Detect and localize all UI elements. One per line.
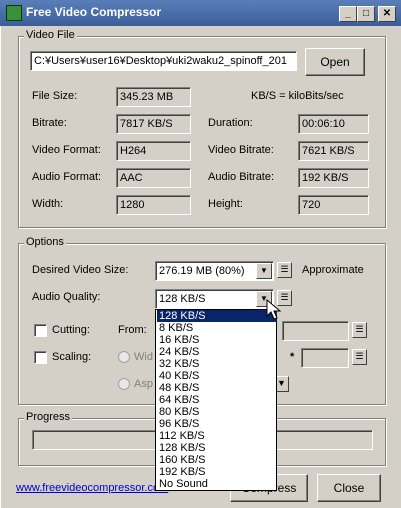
website-link[interactable]: www.freevideocompressor.com (16, 482, 168, 494)
options-group-title: Options (24, 236, 66, 248)
file-path-field[interactable]: C:¥Users¥user16¥Desktop¥uki2waku2_spinof… (30, 51, 297, 71)
bitrate-value: 7817 KB/S (116, 114, 191, 134)
dropdown-option[interactable]: 160 KB/S (157, 454, 277, 466)
cutting-to-field (282, 321, 349, 341)
width-radio-label: Wid (134, 351, 153, 363)
scaling-height-field (301, 348, 349, 368)
video-format-value: H264 (116, 141, 191, 161)
dropdown-option[interactable]: 192 KB/S (157, 466, 277, 478)
audio-quality-dropdown-list: 128 KB/S 8 KB/S 16 KB/S 24 KB/S 32 KB/S … (155, 309, 277, 491)
aspect-radio-label: Asp (134, 378, 153, 390)
dropdown-option[interactable]: 128 KB/S (157, 442, 277, 454)
app-icon (6, 5, 22, 21)
open-button[interactable]: Open (305, 48, 365, 76)
kbs-note: KB/S = kiloBits/sec (251, 90, 344, 102)
dropdown-option[interactable]: 128 KB/S (157, 310, 277, 322)
dropdown-option[interactable]: 40 KB/S (157, 370, 277, 382)
audio-bitrate-label: Audio Bitrate: (208, 171, 275, 183)
audio-bitrate-value: 192 KB/S (298, 168, 369, 188)
duration-label: Duration: (208, 117, 253, 129)
scaling-height-button[interactable]: ☰ (352, 349, 367, 365)
dropdown-option[interactable]: 24 KB/S (157, 346, 277, 358)
video-format-label: Video Format: (32, 144, 101, 156)
dropdown-option[interactable]: No Sound (157, 478, 277, 490)
width-value: 1280 (116, 195, 191, 215)
audio-format-label: Audio Format: (32, 171, 102, 183)
width-radio[interactable] (118, 351, 130, 363)
height-value: 720 (298, 195, 369, 215)
dropdown-option[interactable]: 80 KB/S (157, 406, 277, 418)
dropdown-option[interactable]: 48 KB/S (157, 382, 277, 394)
file-size-label: File Size: (32, 90, 78, 102)
cutting-label: Cutting: (52, 324, 90, 336)
progress-group-title: Progress (24, 411, 73, 423)
chevron-down-icon[interactable]: ▼ (256, 263, 272, 279)
aspect-radio[interactable] (118, 378, 130, 390)
audio-quality-label: Audio Quality: (32, 291, 101, 303)
audio-quality-value: 128 KB/S (159, 293, 206, 305)
dropdown-option[interactable]: 8 KB/S (157, 322, 277, 334)
scaling-checkbox[interactable] (34, 351, 47, 364)
video-file-group-title: Video File (24, 29, 77, 41)
close-window-button[interactable]: ✕ (378, 6, 396, 22)
desired-size-value: 276.19 MB (80%) (159, 265, 245, 277)
audio-quality-select[interactable]: 128 KB/S ▼ (155, 289, 274, 309)
audio-format-value: AAC (116, 168, 191, 188)
video-bitrate-value: 7621 KB/S (298, 141, 369, 161)
maximize-button[interactable]: □ (357, 6, 375, 22)
video-bitrate-label: Video Bitrate: (208, 144, 274, 156)
width-label: Width: (32, 198, 64, 210)
close-button[interactable]: Close (317, 474, 381, 502)
approximate-label: Approximate (302, 264, 364, 276)
desired-size-more-button[interactable]: ☰ (277, 262, 292, 278)
minimize-button[interactable]: _ (339, 6, 357, 22)
scaling-label: Scaling: (52, 351, 92, 363)
times-sign: * (290, 351, 295, 363)
dropdown-option[interactable]: 96 KB/S (157, 418, 277, 430)
height-label: Height: (208, 198, 243, 210)
bitrate-label: Bitrate: (32, 117, 67, 129)
dropdown-option[interactable]: 112 KB/S (157, 430, 277, 442)
dropdown-option[interactable]: 16 KB/S (157, 334, 277, 346)
dropdown-option[interactable]: 64 KB/S (157, 394, 277, 406)
duration-value: 00:06:10 (298, 114, 369, 134)
mouse-cursor-icon (266, 299, 282, 320)
desired-size-select[interactable]: 276.19 MB (80%) ▼ (155, 261, 274, 281)
from-label: From: (118, 324, 147, 336)
dropdown-option[interactable]: 32 KB/S (157, 358, 277, 370)
file-size-value: 345.23 MB (116, 87, 191, 107)
window-title: Free Video Compressor (26, 5, 162, 19)
title-bar: Free Video Compressor _ □ ✕ (0, 0, 401, 26)
cutting-to-button[interactable]: ☰ (352, 322, 367, 338)
cutting-checkbox[interactable] (34, 324, 47, 337)
desired-size-label: Desired Video Size: (32, 264, 129, 276)
